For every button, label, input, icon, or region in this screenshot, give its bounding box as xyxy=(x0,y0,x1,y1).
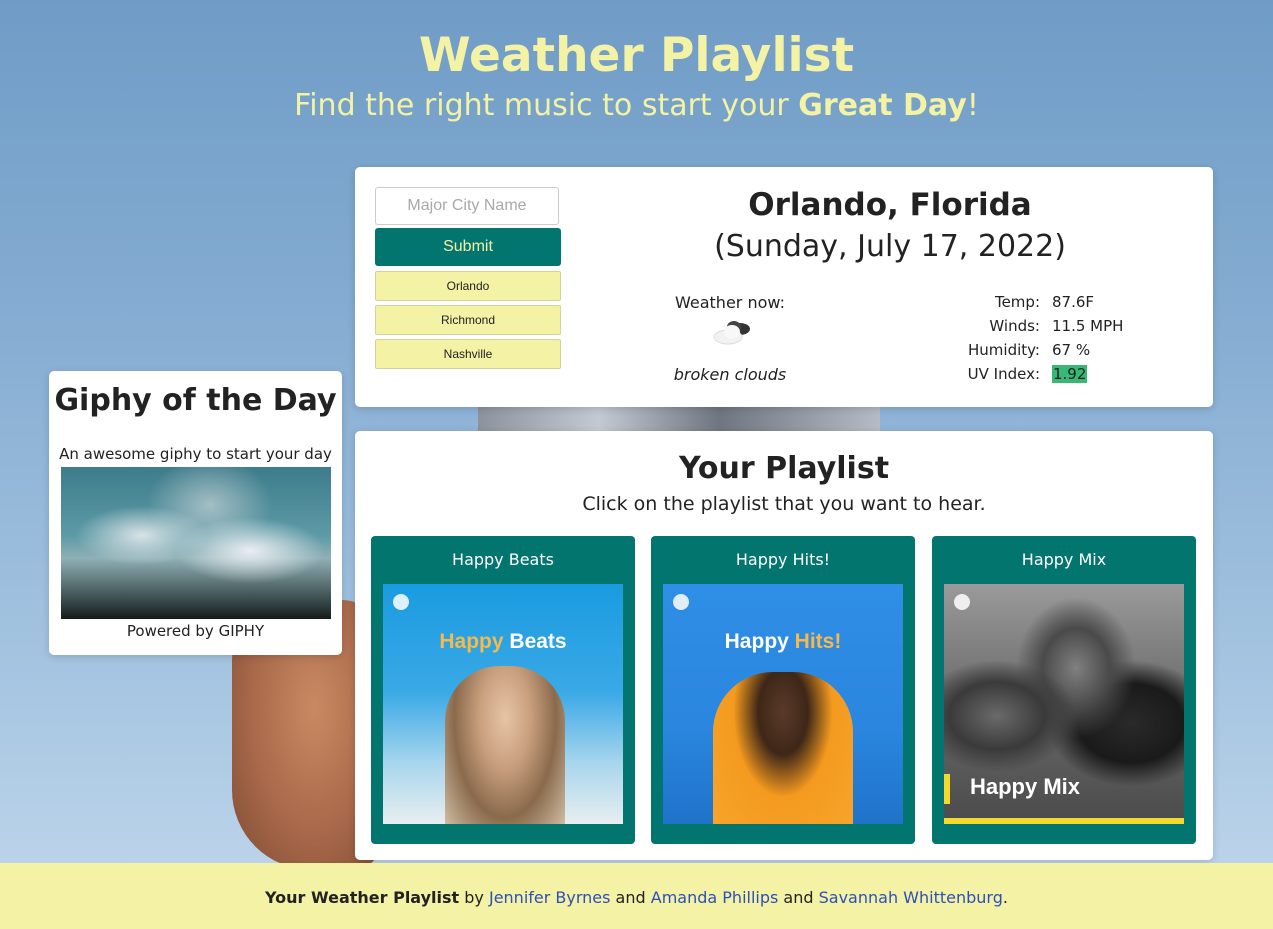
giphy-title: Giphy of the Day xyxy=(54,383,337,418)
cover-accent xyxy=(944,774,950,804)
history-button-richmond[interactable]: Richmond xyxy=(375,305,561,335)
playlist-name: Happy Beats xyxy=(452,550,554,569)
cover-person xyxy=(713,672,853,824)
cover-person xyxy=(445,666,565,824)
footer-and: and xyxy=(610,888,651,907)
subtitle-end: ! xyxy=(966,88,979,123)
temp-label: Temp: xyxy=(994,293,1040,311)
weather-now-label: Weather now: xyxy=(675,293,785,312)
uv-value-wrapper: 1.92 xyxy=(1052,365,1088,383)
spotify-icon xyxy=(954,594,970,610)
playlist-item-happy-beats[interactable]: Happy Beats Happy Beats xyxy=(371,536,635,844)
history-button-orlando[interactable]: Orlando xyxy=(375,271,561,301)
history-button-nashville[interactable]: Nashville xyxy=(375,339,561,369)
playlist-cover[interactable]: Happy Hits! xyxy=(663,584,903,824)
spotify-icon xyxy=(393,594,409,610)
author-link-savannah[interactable]: Savannah Whittenburg xyxy=(819,888,1003,907)
cover-title: Happy Beats xyxy=(383,630,623,654)
cover-title-word2: Hits! xyxy=(794,630,842,653)
playlist-item-happy-mix[interactable]: Happy Mix Happy Mix xyxy=(932,536,1196,844)
subtitle-emphasis: Great Day xyxy=(798,88,967,123)
cover-title: Happy Hits! xyxy=(663,630,903,654)
footer-by: by xyxy=(459,888,489,907)
playlist-name: Happy Mix xyxy=(1021,550,1107,569)
uv-badge: 1.92 xyxy=(1052,365,1088,383)
city-search-input[interactable] xyxy=(375,187,559,225)
footer-period: . xyxy=(1002,888,1008,907)
page-footer: Your Weather Playlist by Jennifer Byrnes… xyxy=(0,863,1273,929)
humidity-label: Humidity: xyxy=(968,341,1040,359)
wind-value: 11.5 MPH xyxy=(1052,317,1124,335)
temp-value: 87.6F xyxy=(1052,293,1095,311)
playlist-name: Happy Hits! xyxy=(735,550,831,569)
giphy-subtitle: An awesome giphy to start your day xyxy=(59,445,332,463)
footer-credits: Your Weather Playlist by Jennifer Byrnes… xyxy=(0,888,1273,907)
weather-description: broken clouds xyxy=(673,365,787,384)
playlist-subtitle: Click on the playlist that you want to h… xyxy=(582,493,986,515)
weather-date: (Sunday, July 17, 2022) xyxy=(714,229,1066,264)
author-link-jennifer[interactable]: Jennifer Byrnes xyxy=(489,888,611,907)
page-title: Weather Playlist xyxy=(418,28,855,83)
playlist-cover[interactable]: Happy Beats xyxy=(383,584,623,824)
giphy-image xyxy=(61,467,331,619)
playlist-card: Your Playlist Click on the playlist that… xyxy=(355,431,1213,860)
cover-title-word1: Happy xyxy=(439,630,504,653)
humidity-value: 67 % xyxy=(1052,341,1091,359)
wind-label: Winds: xyxy=(989,317,1040,335)
spotify-icon xyxy=(673,594,689,610)
weather-card: Submit Orlando Richmond Nashville Orland… xyxy=(355,167,1213,407)
cover-title: Happy Mix xyxy=(970,774,1081,799)
playlist-title: Your Playlist xyxy=(678,451,890,486)
uv-label: UV Index: xyxy=(967,365,1040,383)
submit-button[interactable]: Submit xyxy=(375,228,561,266)
cover-title-word1: Happy xyxy=(724,630,789,653)
cover-accent-bar xyxy=(944,818,1184,824)
giphy-credit: Powered by GIPHY xyxy=(126,622,265,640)
giphy-card: Giphy of the Day An awesome giphy to sta… xyxy=(49,371,342,655)
playlist-item-happy-hits[interactable]: Happy Hits! Happy Hits! xyxy=(651,536,915,844)
footer-app-name: Your Weather Playlist xyxy=(265,888,460,907)
footer-and: and xyxy=(778,888,819,907)
playlist-cover[interactable]: Happy Mix xyxy=(944,584,1184,824)
broken-clouds-icon xyxy=(713,321,750,345)
author-link-amanda[interactable]: Amanda Phillips xyxy=(651,888,779,907)
city-name: Orlando, Florida xyxy=(748,187,1032,223)
subtitle-text: Find the right music to start your xyxy=(294,88,799,123)
cover-title-word2: Beats xyxy=(509,630,567,653)
page-subtitle: Find the right music to start your Great… xyxy=(0,88,1273,123)
